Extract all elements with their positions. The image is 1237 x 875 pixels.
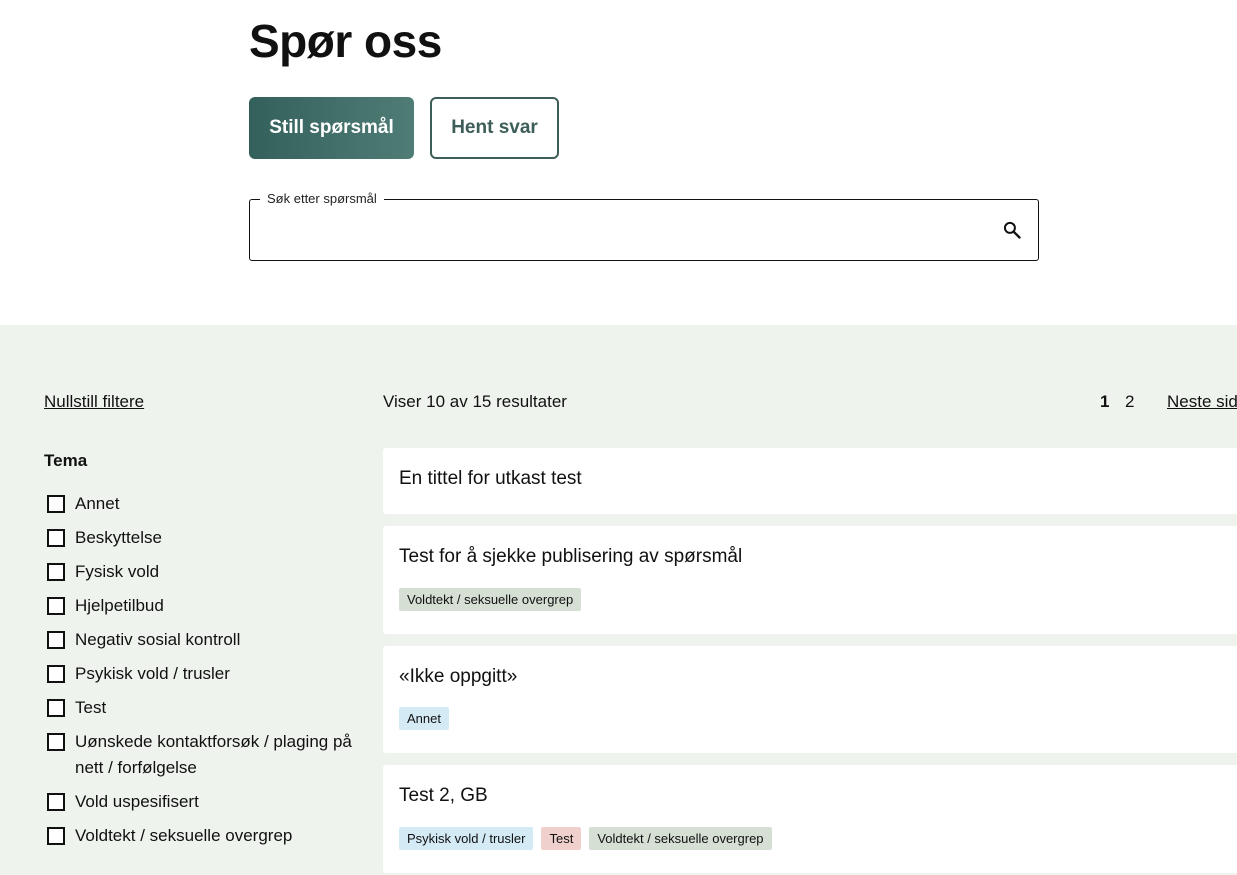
search-icon[interactable] [1002,220,1022,240]
filter-label: Test [75,698,107,717]
filter-label: Fysisk vold [75,562,160,581]
tag: Psykisk vold / trusler [399,827,534,850]
filter-list: Annet Beskyttelse Fysisk vold Hjelpetilb… [47,492,367,858]
filter-label: Uønskede kontaktforsøk / plaging på nett… [75,732,352,777]
filter-checkbox[interactable] [47,631,65,649]
ask-question-button[interactable]: Still spørsmål [249,97,414,159]
filter-checkbox[interactable] [47,793,65,811]
filter-heading: Tema [44,451,88,470]
search-field[interactable]: Søk etter spørsmål [249,191,1039,261]
result-title[interactable]: Test 2, GB [399,785,488,807]
tag-list: Annet [399,707,449,730]
pagination-current-page: 1 [1100,392,1110,411]
get-answer-button[interactable]: Hent svar [430,97,559,159]
search-input[interactable] [262,214,982,246]
filter-option[interactable]: Voldtekt / seksuelle overgrep [47,824,367,849]
filter-label: Psykisk vold / trusler [75,664,230,683]
filter-label: Annet [75,494,120,513]
filter-option[interactable]: Test [47,696,367,721]
tag: Test [541,827,582,850]
reset-filters-link[interactable]: Nullstill filtere [44,392,144,412]
page-header: Spør oss Still spørsmål Hent svar Søk et… [0,0,1237,325]
filter-checkbox[interactable] [47,495,65,513]
filter-checkbox[interactable] [47,665,65,683]
filter-option[interactable]: Negativ sosial kontroll [47,628,367,653]
tag: Voldtekt / seksuelle overgrep [399,588,582,611]
filter-checkbox[interactable] [47,529,65,547]
filter-option[interactable]: Vold uspesifisert [47,790,367,815]
filter-option[interactable]: Fysisk vold [47,560,367,585]
filter-option[interactable]: Annet [47,492,367,517]
next-page-link[interactable]: Neste side [1167,392,1237,412]
filter-option[interactable]: Psykisk vold / trusler [47,662,367,687]
result-title[interactable]: Test for å sjekke publisering av spørsmå… [399,546,742,568]
filter-label: Hjelpetilbud [75,596,164,615]
page-title: Spør oss [249,15,442,67]
results-section: Nullstill filtere Viser 10 av 15 resulta… [0,325,1237,875]
filter-option[interactable]: Hjelpetilbud [47,594,367,619]
filter-label: Negativ sosial kontroll [75,630,241,649]
tag-list: Voldtekt / seksuelle overgrep [399,588,582,611]
search-legend: Søk etter spørsmål [260,191,384,206]
tag: Annet [399,707,449,730]
result-title[interactable]: En tittel for utkast test [399,468,582,490]
result-title[interactable]: «Ikke oppgitt» [399,666,517,688]
tag: Voldtekt / seksuelle overgrep [589,827,772,850]
result-card[interactable]: Test for å sjekke publisering av spørsmå… [383,526,1237,634]
result-card[interactable]: Test 2, GB Psykisk vold / trusler Test V… [383,765,1237,873]
filter-label: Beskyttelse [75,528,162,547]
tag-list: Psykisk vold / trusler Test Voldtekt / s… [399,827,772,850]
result-card[interactable]: «Ikke oppgitt» Annet [383,646,1237,753]
filter-option[interactable]: Beskyttelse [47,526,367,551]
filter-label: Vold uspesifisert [75,792,199,811]
filter-checkbox[interactable] [47,733,65,751]
results-count: Viser 10 av 15 resultater [383,392,567,411]
pagination-page-link[interactable]: 2 [1125,392,1134,412]
filter-checkbox[interactable] [47,827,65,845]
result-card[interactable]: En tittel for utkast test [383,448,1237,514]
filter-label: Voldtekt / seksuelle overgrep [75,826,293,845]
filter-option[interactable]: Uønskede kontaktforsøk / plaging på nett… [47,730,367,781]
filter-checkbox[interactable] [47,563,65,581]
filter-checkbox[interactable] [47,597,65,615]
filter-checkbox[interactable] [47,699,65,717]
